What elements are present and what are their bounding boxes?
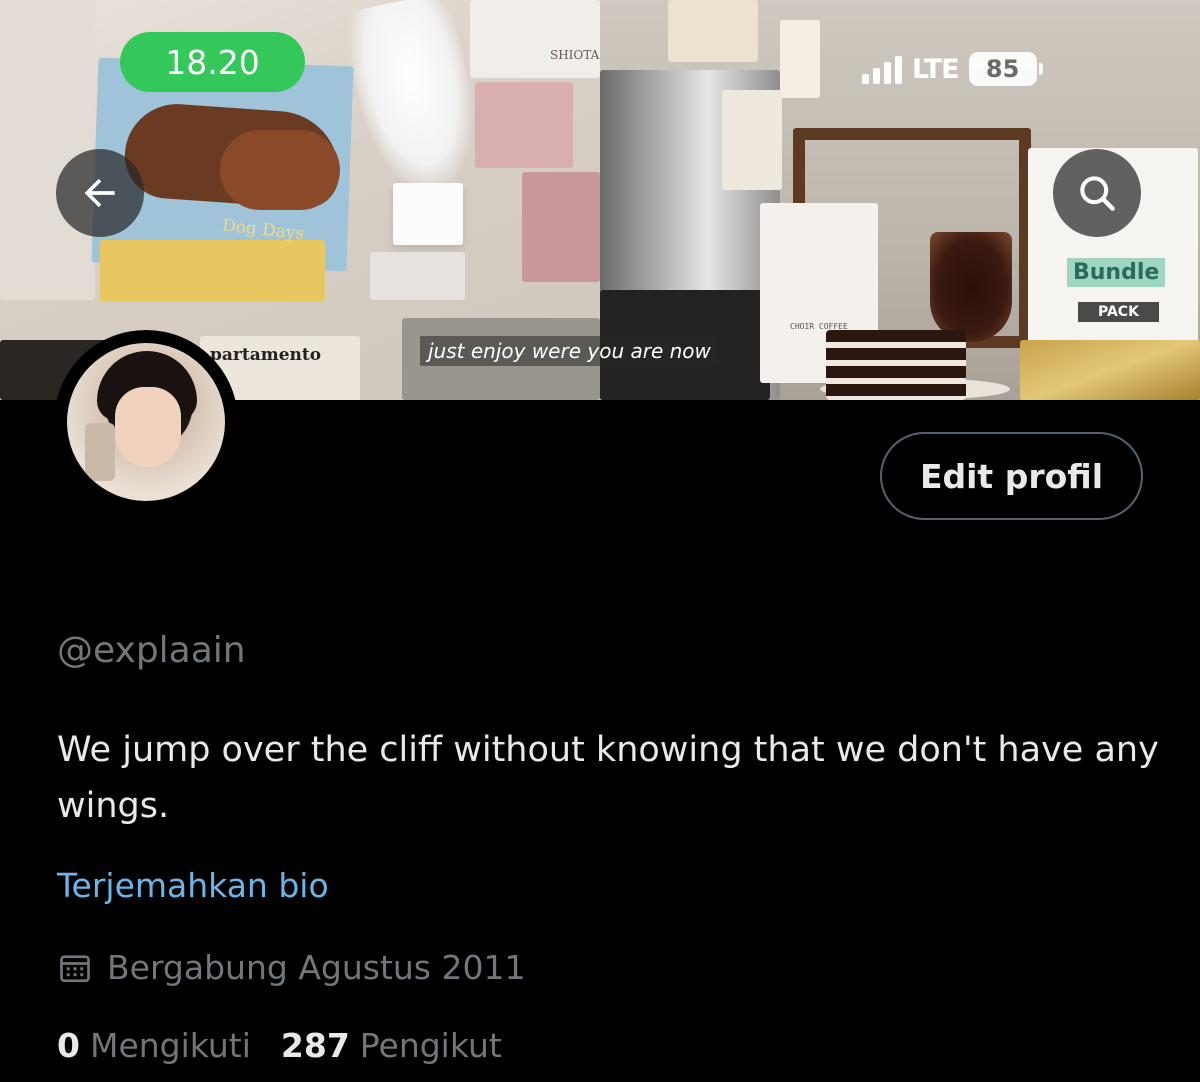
following-count: 0 bbox=[57, 1026, 80, 1065]
banner-decor bbox=[1020, 340, 1200, 400]
battery-icon: 85 bbox=[968, 52, 1043, 86]
followers-count: 287 bbox=[280, 1026, 350, 1065]
banner-glass bbox=[930, 232, 1012, 342]
banner-bundle-label: Bundle bbox=[1067, 258, 1166, 287]
battery-level: 85 bbox=[985, 55, 1020, 83]
banner-dog-illustration bbox=[220, 130, 340, 210]
avatar-phone bbox=[85, 423, 115, 481]
signal-bars-icon bbox=[862, 54, 902, 84]
banner-box-text: SHIOTA bbox=[550, 48, 600, 62]
search-icon bbox=[1080, 176, 1115, 211]
banner-cake bbox=[826, 330, 966, 400]
profile-bio: We jump over the cliff without knowing t… bbox=[57, 730, 1159, 826]
banner-magazine-title: partamento bbox=[210, 345, 322, 365]
banner-decor bbox=[722, 90, 782, 190]
avatar-face bbox=[115, 387, 181, 467]
banner-caption: just enjoy were you are now bbox=[420, 336, 719, 366]
followers-label: Pengikut bbox=[359, 1026, 502, 1065]
banner-pack-label: PACK bbox=[1078, 302, 1159, 322]
banner-decor bbox=[780, 20, 820, 98]
joined-date: Bergabung Agustus 2011 bbox=[57, 948, 525, 987]
back-button[interactable] bbox=[56, 149, 144, 237]
followers-link[interactable]: 287 Pengikut bbox=[281, 1026, 502, 1065]
banner-decor bbox=[475, 82, 573, 168]
banner-decor bbox=[0, 0, 95, 300]
banner-decor bbox=[370, 252, 465, 300]
joined-text: Bergabung Agustus 2011 bbox=[107, 948, 526, 987]
arrow-left-icon bbox=[84, 178, 115, 208]
edit-profile-button[interactable]: Edit profil bbox=[880, 432, 1143, 520]
status-indicators: LTE 85 bbox=[862, 52, 1043, 86]
profile-handle: @explaain bbox=[57, 630, 246, 671]
banner-book bbox=[100, 240, 325, 302]
status-time: 18.20 bbox=[120, 32, 305, 92]
follow-stats: 0 Mengikuti 287 Pengikut bbox=[57, 1026, 502, 1065]
avatar[interactable] bbox=[67, 343, 225, 501]
calendar-icon bbox=[60, 954, 90, 982]
following-label: Mengikuti bbox=[89, 1026, 251, 1065]
network-type: LTE bbox=[912, 53, 960, 85]
translate-bio-link[interactable]: Terjemahkan bio bbox=[57, 866, 329, 905]
banner-decor bbox=[668, 0, 758, 62]
banner-feather bbox=[341, 0, 489, 200]
banner-decor bbox=[470, 0, 600, 78]
search-button[interactable] bbox=[1053, 149, 1141, 237]
banner-decor bbox=[522, 172, 600, 282]
following-link[interactable]: 0 Mengikuti bbox=[57, 1026, 251, 1065]
banner-decor bbox=[393, 183, 463, 245]
